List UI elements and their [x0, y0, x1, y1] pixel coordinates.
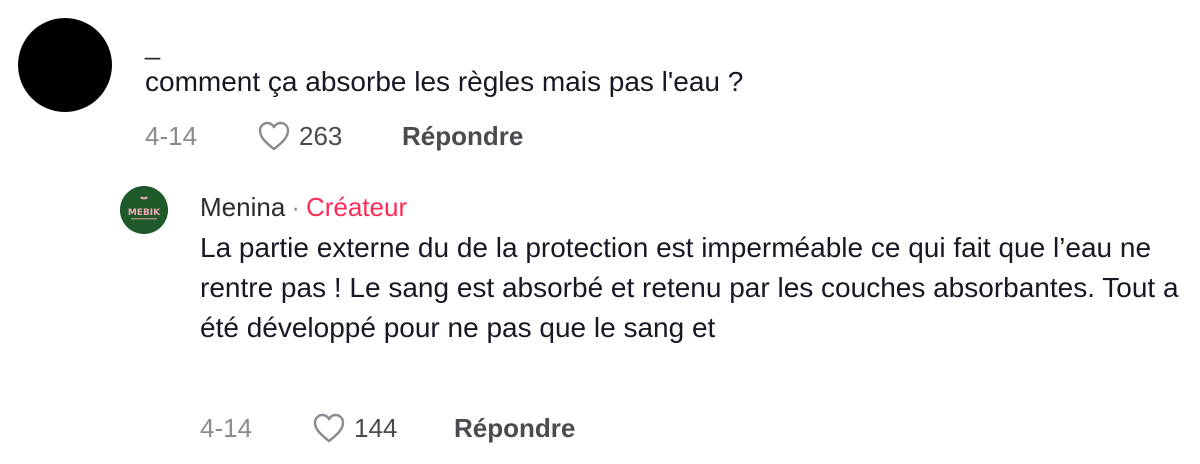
- comment-meta: 4-14 263 Répondre: [145, 116, 523, 156]
- separator-dot: ·: [291, 192, 300, 222]
- reply-button[interactable]: Répondre: [402, 121, 523, 152]
- like-count: 144: [354, 412, 398, 443]
- comment-header: Menina · Créateur: [200, 190, 407, 224]
- comment-date: 4-14: [145, 120, 198, 151]
- like-count: 263: [299, 120, 343, 151]
- reply-comment: MEBIK Menina · Créateur La partie externe …: [0, 170, 1200, 464]
- heart-icon: [313, 413, 345, 443]
- avatar[interactable]: MEBIK: [120, 186, 168, 234]
- svg-text:MEBIK: MEBIK: [128, 208, 161, 218]
- comment-text: La partie externe du de la protection es…: [200, 232, 1179, 343]
- comment-date: 4-14: [200, 412, 253, 443]
- like-button[interactable]: 144: [312, 412, 454, 444]
- comment-meta: 4-14 144 Répondre: [200, 408, 575, 448]
- comment-text: comment ça absorbe les règles mais pas l…: [145, 66, 744, 97]
- creator-badge: Créateur: [305, 192, 408, 222]
- comment-username[interactable]: _: [145, 28, 160, 62]
- avatar[interactable]: [18, 18, 112, 112]
- reply-button[interactable]: Répondre: [454, 413, 575, 444]
- comment-username[interactable]: Menina: [200, 192, 285, 222]
- menina-logo-icon: MEBIK: [120, 186, 168, 234]
- heart-icon: [258, 121, 290, 151]
- comment: _ comment ça absorbe les règles mais pas…: [0, 0, 1200, 170]
- like-button[interactable]: 263: [257, 120, 402, 152]
